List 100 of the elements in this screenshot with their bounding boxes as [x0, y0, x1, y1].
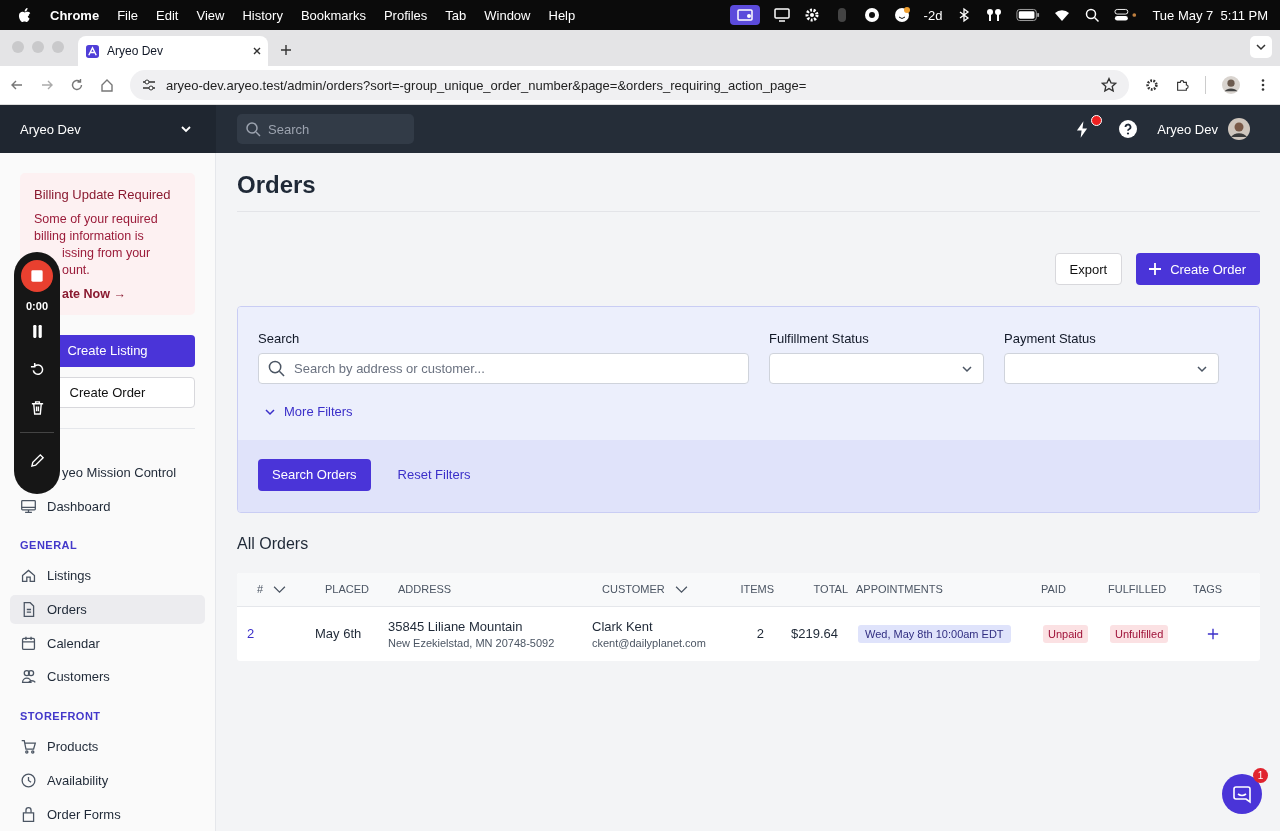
alert-text: issing from your — [62, 245, 151, 262]
nav-item[interactable]: Orders — [10, 594, 205, 625]
status-tag: Unfulfilled — [1110, 624, 1169, 643]
menu-item[interactable]: Edit — [156, 7, 179, 23]
menu-item[interactable]: Window — [484, 7, 531, 23]
nav-icon — [20, 634, 37, 652]
order-number-link[interactable]: 2 — [247, 626, 255, 641]
nav-item[interactable]: Listings — [10, 560, 205, 591]
address-field[interactable]: aryeo-dev.aryeo.test/admin/orders?sort=-group_unique_order_number&page=&orders_requiring_action_page= — [130, 70, 1129, 100]
star-icon[interactable] — [1101, 77, 1117, 93]
search-icon — [268, 360, 285, 377]
menu-item[interactable]: Bookmarks — [300, 7, 366, 23]
table-cell: 2 — [756, 626, 764, 641]
nav-item[interactable]: Dashboard — [10, 491, 205, 521]
notification-badge: 1 — [1253, 768, 1268, 783]
search-field[interactable]: Search by address or customer... — [258, 353, 749, 384]
search-button[interactable]: Search Orders — [258, 458, 371, 491]
table-cell: 35845 Liliane Mountain — [388, 618, 523, 634]
help-icon[interactable] — [1119, 120, 1138, 138]
sort-icon[interactable] — [273, 584, 287, 594]
clock[interactable]: Tue May 7 5:11 PM — [1152, 7, 1268, 23]
back-icon[interactable] — [10, 78, 24, 92]
nav-icon — [20, 771, 37, 789]
battery-icon[interactable] — [1016, 7, 1041, 23]
close-icon[interactable] — [252, 46, 262, 56]
disc-icon[interactable] — [863, 7, 880, 23]
nav-item[interactable]: yeo Mission Control — [62, 457, 205, 488]
search-icon — [245, 121, 261, 137]
sort-icon[interactable] — [674, 584, 688, 594]
nav-icon — [20, 668, 37, 686]
nav-item[interactable]: Customers — [10, 662, 205, 692]
menu-item[interactable]: Help — [548, 7, 576, 23]
search-icon[interactable] — [1084, 7, 1101, 23]
nav-icon — [20, 497, 37, 515]
puzzle-icon[interactable] — [1175, 78, 1189, 92]
wifi-icon[interactable] — [1054, 7, 1071, 23]
browser-tab[interactable]: Aryeo Dev — [78, 36, 268, 66]
menu-item[interactable]: Profiles — [383, 7, 428, 23]
stop-icon[interactable] — [21, 260, 53, 292]
select-field[interactable] — [1004, 353, 1219, 384]
nav-item[interactable]: Calendar — [10, 628, 205, 659]
apple-icon[interactable] — [18, 7, 31, 23]
nav-item[interactable]: Availability — [10, 765, 205, 796]
column-header[interactable]: TOTAL — [813, 583, 848, 595]
section-heading: GENERAL — [20, 538, 79, 551]
site-logo-icon — [86, 44, 99, 58]
column-header[interactable]: # — [257, 583, 264, 595]
menu-item[interactable]: File — [117, 7, 139, 23]
action-button[interactable]: Create Order — [1136, 253, 1260, 285]
action-button[interactable]: Export — [1054, 253, 1123, 285]
status-text[interactable]: -2d — [923, 7, 943, 23]
app-menu[interactable]: Chrome — [50, 7, 100, 23]
workspace-switcher[interactable]: Aryeo Dev — [0, 105, 216, 153]
select-field[interactable] — [769, 353, 984, 384]
control-center-icon[interactable] — [1114, 7, 1139, 23]
undo-icon[interactable] — [29, 362, 45, 377]
reset-link[interactable]: Reset Filters — [397, 467, 471, 482]
status-tag: Unpaid — [1043, 624, 1088, 643]
chat-icon — [1232, 784, 1252, 804]
nav-icon — [20, 738, 37, 756]
column-header[interactable]: FULFILLED — [1108, 583, 1167, 595]
new-tab-icon[interactable] — [280, 44, 292, 56]
nav-item[interactable]: Products — [10, 731, 205, 762]
menu-item[interactable]: Tab — [445, 7, 467, 23]
appointment-tag: Wed, May 8th 10:00am EDT — [858, 624, 1011, 643]
user-name[interactable]: Aryeo Dev — [1157, 121, 1218, 137]
field-label: Payment Status — [1004, 331, 1097, 346]
nav-item[interactable]: Order Forms — [10, 799, 205, 829]
smiley-icon[interactable] — [893, 7, 910, 23]
home-icon[interactable] — [100, 78, 114, 92]
menu-item[interactable]: History — [242, 7, 283, 23]
pencil-icon[interactable] — [29, 453, 45, 468]
column-header[interactable]: PLACED — [325, 583, 370, 595]
page-title: Orders — [237, 171, 317, 199]
monitor-icon[interactable] — [773, 7, 790, 23]
more-filters-link[interactable]: More Filters — [258, 404, 353, 419]
site-settings-icon[interactable] — [142, 78, 156, 92]
menu-item[interactable]: View — [196, 7, 225, 23]
column-header[interactable]: CUSTOMER — [602, 583, 665, 595]
search-field[interactable]: Search — [237, 114, 414, 144]
gear-icon[interactable] — [1145, 78, 1159, 92]
column-header[interactable]: ITEMS — [740, 583, 774, 595]
gear-icon[interactable] — [803, 7, 820, 23]
alert-title: Billing Update Required — [34, 187, 172, 202]
column-header[interactable]: TAGS — [1193, 583, 1223, 595]
avatar-icon[interactable] — [1222, 76, 1240, 94]
avatar[interactable] — [1228, 118, 1250, 140]
chevron-down-icon[interactable] — [180, 123, 192, 135]
dropdown-icon[interactable] — [1250, 36, 1272, 58]
alert-link[interactable]: ate Now → — [62, 287, 126, 301]
column-header[interactable]: ADDRESS — [398, 583, 452, 595]
table-cell: May 6th — [315, 626, 362, 641]
screen-share-icon[interactable] — [729, 5, 760, 25]
column-header[interactable]: PAID — [1041, 583, 1066, 595]
alert-text: ount. — [62, 262, 90, 279]
earbuds-icon[interactable] — [986, 7, 1003, 23]
add-icon[interactable] — [1207, 627, 1219, 640]
trash-icon[interactable] — [29, 400, 45, 415]
reload-icon[interactable] — [70, 78, 84, 92]
column-header[interactable]: APPOINTMENTS — [856, 583, 943, 595]
